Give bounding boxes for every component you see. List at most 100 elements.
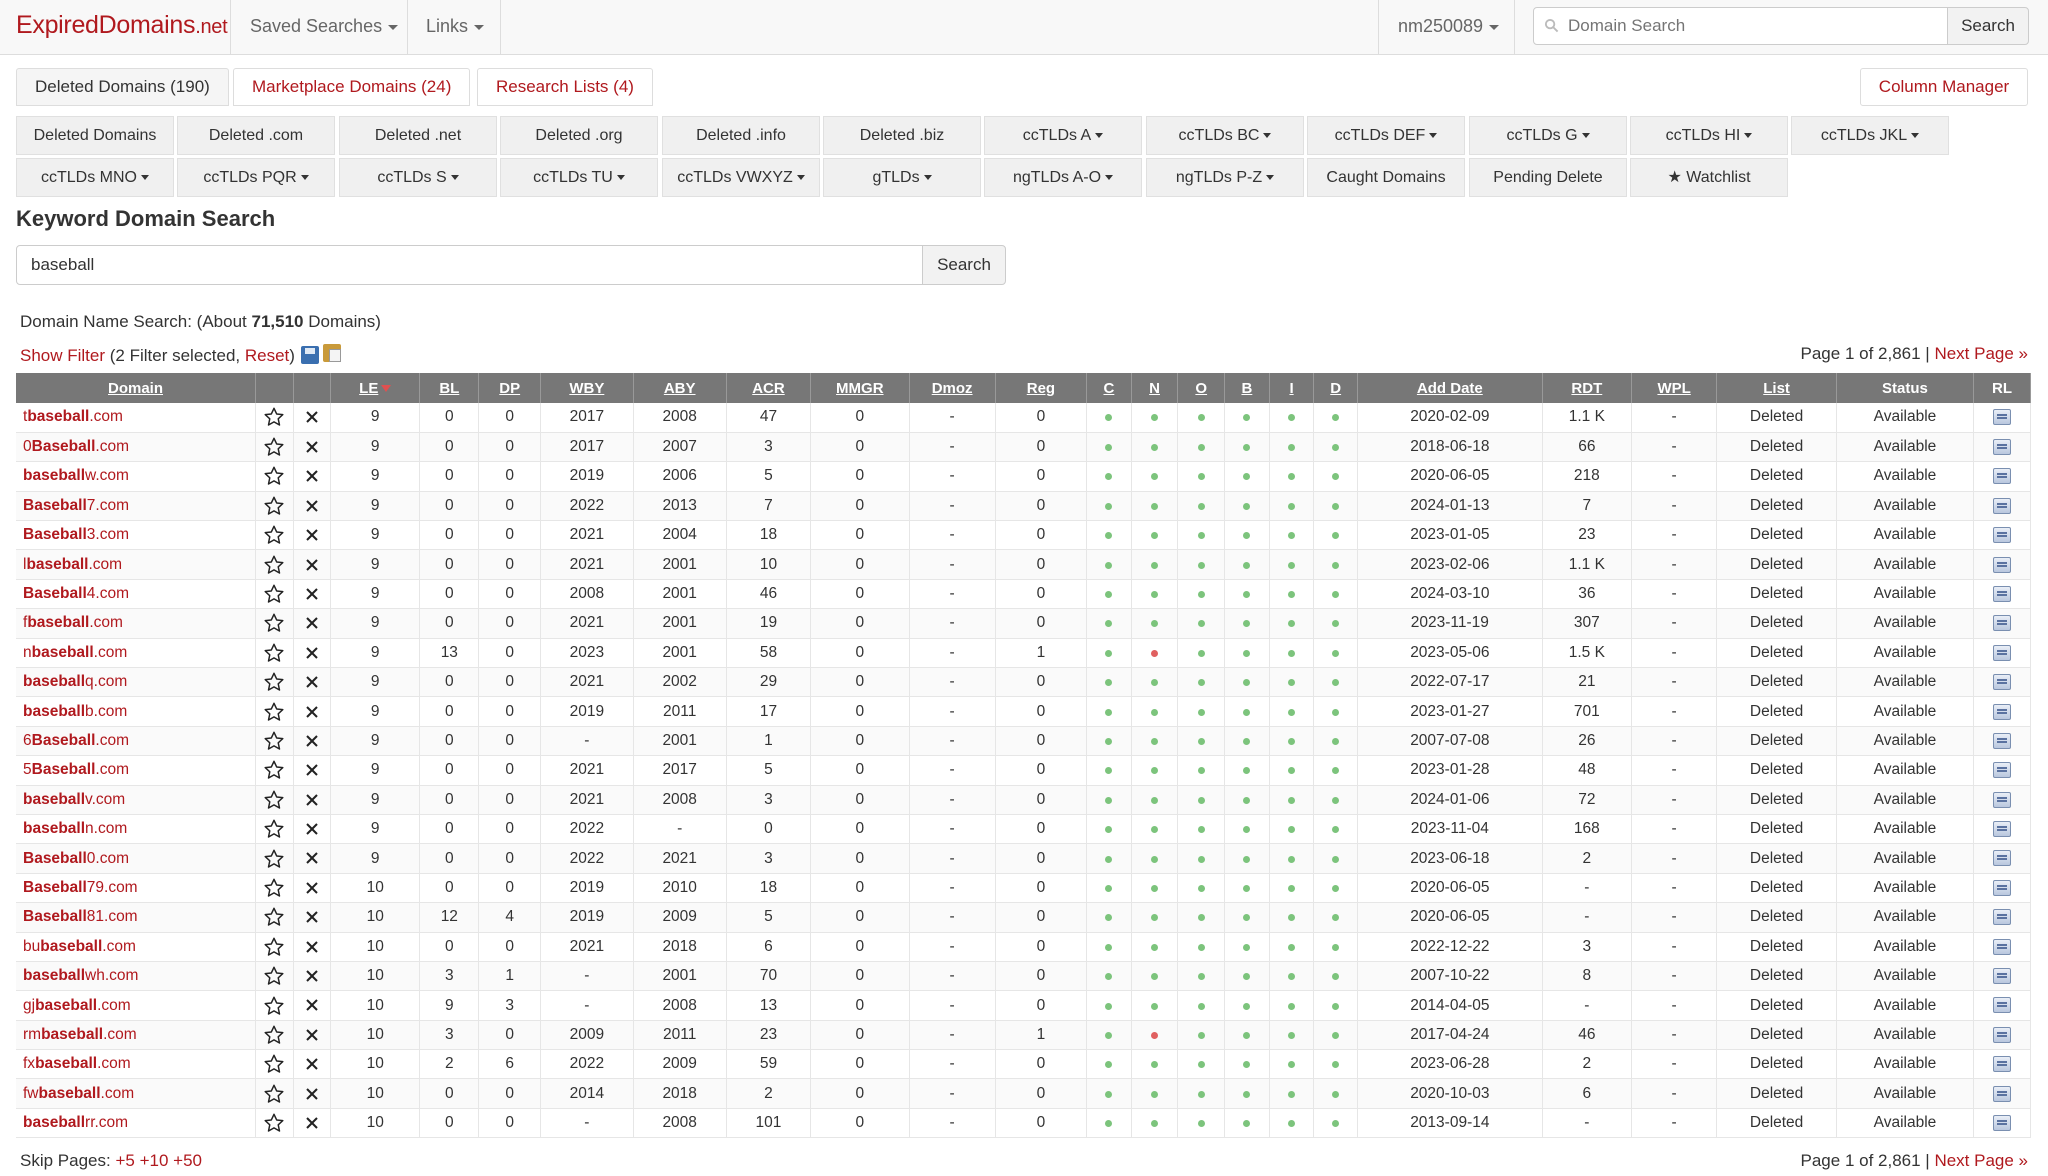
domain-link[interactable]: baseballrr.com [23, 1114, 128, 1131]
related-links-icon[interactable] [1992, 850, 2011, 867]
close-icon[interactable] [305, 1116, 319, 1130]
related-links-icon[interactable] [1992, 938, 2011, 955]
close-icon[interactable] [305, 440, 319, 454]
column-header-wpl[interactable]: WPL [1631, 373, 1718, 403]
status-cell[interactable]: Available [1836, 932, 1974, 962]
status-cell[interactable]: Available [1836, 696, 1974, 727]
star-icon[interactable] [263, 818, 285, 840]
status-cell[interactable]: Available [1836, 814, 1974, 845]
domain-link[interactable]: bubaseball.com [23, 938, 136, 955]
domain-link[interactable]: baseballb.com [23, 703, 127, 720]
star-icon[interactable] [263, 995, 285, 1017]
related-links-icon[interactable] [1992, 527, 2011, 544]
category-cctlds-s[interactable]: ccTLDs S [339, 158, 497, 197]
tab-deleted-domains[interactable]: Deleted Domains (190) [16, 68, 229, 106]
column-header-b[interactable]: B [1224, 373, 1270, 403]
status-cell[interactable]: Available [1836, 755, 1974, 786]
domain-link[interactable]: Baseball4.com [23, 585, 129, 602]
related-links-icon[interactable] [1992, 674, 2011, 691]
domain-link[interactable]: baseballw.com [23, 467, 129, 484]
domain-link[interactable]: 0Baseball.com [23, 438, 129, 455]
status-cell[interactable]: Available [1836, 1049, 1974, 1080]
related-links-icon[interactable] [1992, 497, 2011, 514]
related-links-icon[interactable] [1992, 468, 2011, 485]
star-icon[interactable] [263, 583, 285, 605]
save-filter-icon[interactable] [300, 346, 319, 364]
category-deleted-org[interactable]: Deleted .org [500, 116, 658, 155]
close-icon[interactable] [305, 822, 319, 836]
status-cell[interactable]: Available [1836, 843, 1974, 874]
domain-link[interactable]: baseballv.com [23, 791, 125, 808]
status-cell[interactable]: Available [1836, 902, 1974, 933]
status-cell[interactable]: Available [1836, 432, 1974, 463]
status-cell[interactable]: Available [1836, 1108, 1974, 1139]
column-manager-button[interactable]: Column Manager [1860, 68, 2028, 106]
domain-link[interactable]: 6Baseball.com [23, 732, 129, 749]
load-filter-icon[interactable] [322, 344, 341, 362]
related-links-icon[interactable] [1992, 1026, 2011, 1043]
category-deleted-domains[interactable]: Deleted Domains [16, 116, 174, 155]
domain-link[interactable]: fxbaseball.com [23, 1055, 131, 1072]
category-cctlds-pqr[interactable]: ccTLDs PQR [177, 158, 335, 197]
close-icon[interactable] [305, 881, 319, 895]
status-cell[interactable]: Available [1836, 873, 1974, 904]
category-cctlds-mno[interactable]: ccTLDs MNO [16, 158, 174, 197]
category-pending-delete[interactable]: Pending Delete [1469, 158, 1627, 197]
category-watchlist[interactable]: ★ Watchlist [1630, 158, 1788, 197]
domain-link[interactable]: Baseball0.com [23, 850, 129, 867]
close-icon[interactable] [305, 499, 319, 513]
category-deleted-net[interactable]: Deleted .net [339, 116, 497, 155]
keyword-search-input[interactable] [16, 245, 923, 285]
star-icon[interactable] [263, 1024, 285, 1046]
status-cell[interactable]: Available [1836, 403, 1974, 433]
star-icon[interactable] [263, 701, 285, 723]
close-icon[interactable] [305, 734, 319, 748]
skip-plus-10-link[interactable]: +10 [140, 1151, 169, 1170]
status-cell[interactable]: Available [1836, 667, 1974, 698]
related-links-icon[interactable] [1992, 968, 2011, 985]
domain-link[interactable]: baseballwh.com [23, 967, 138, 984]
related-links-icon[interactable] [1992, 438, 2011, 455]
status-cell[interactable]: Available [1836, 461, 1974, 492]
close-icon[interactable] [305, 910, 319, 924]
user-menu[interactable]: nm250089 [1398, 16, 1500, 37]
domain-link[interactable]: baseballq.com [23, 673, 127, 690]
related-links-icon[interactable] [1992, 409, 2011, 426]
close-icon[interactable] [305, 793, 319, 807]
column-header-n[interactable]: N [1131, 373, 1179, 403]
related-links-icon[interactable] [1992, 1056, 2011, 1073]
related-links-icon[interactable] [1992, 762, 2011, 779]
close-icon[interactable] [305, 410, 319, 424]
domain-link[interactable]: lbaseball.com [23, 556, 122, 573]
column-header-domain[interactable]: Domain [16, 373, 256, 403]
star-icon[interactable] [263, 1053, 285, 1075]
column-header-add-date[interactable]: Add Date [1357, 373, 1543, 403]
category-caught-domains[interactable]: Caught Domains [1307, 158, 1465, 197]
star-icon[interactable] [263, 936, 285, 958]
column-header-dmoz[interactable]: Dmoz [909, 373, 996, 403]
show-filter-link[interactable]: Show Filter [20, 346, 105, 365]
star-icon[interactable] [263, 554, 285, 576]
status-cell[interactable]: Available [1836, 549, 1974, 580]
category-cctlds-vwxyz[interactable]: ccTLDs VWXYZ [662, 158, 820, 197]
next-page-link[interactable]: Next Page » [1934, 344, 2028, 363]
column-header-dp[interactable]: DP [478, 373, 542, 403]
star-icon[interactable] [263, 495, 285, 517]
domain-link[interactable]: gjbaseball.com [23, 997, 131, 1014]
tab-research-lists[interactable]: Research Lists (4) [477, 68, 653, 106]
column-header-acr[interactable]: ACR [726, 373, 812, 403]
column-header-wby[interactable]: WBY [540, 373, 634, 403]
column-header-c[interactable]: C [1086, 373, 1132, 403]
category-deleted-com[interactable]: Deleted .com [177, 116, 335, 155]
related-links-icon[interactable] [1992, 556, 2011, 573]
close-icon[interactable] [305, 469, 319, 483]
close-icon[interactable] [305, 558, 319, 572]
close-icon[interactable] [305, 675, 319, 689]
close-icon[interactable] [305, 616, 319, 630]
column-header-reg[interactable]: Reg [995, 373, 1088, 403]
domain-link[interactable]: rmbaseball.com [23, 1026, 137, 1043]
domain-link[interactable]: fwbaseball.com [23, 1085, 134, 1102]
domain-search-button[interactable]: Search [1947, 7, 2029, 45]
related-links-icon[interactable] [1992, 909, 2011, 926]
brand-logo[interactable]: ExpiredDomains.net [16, 11, 228, 40]
